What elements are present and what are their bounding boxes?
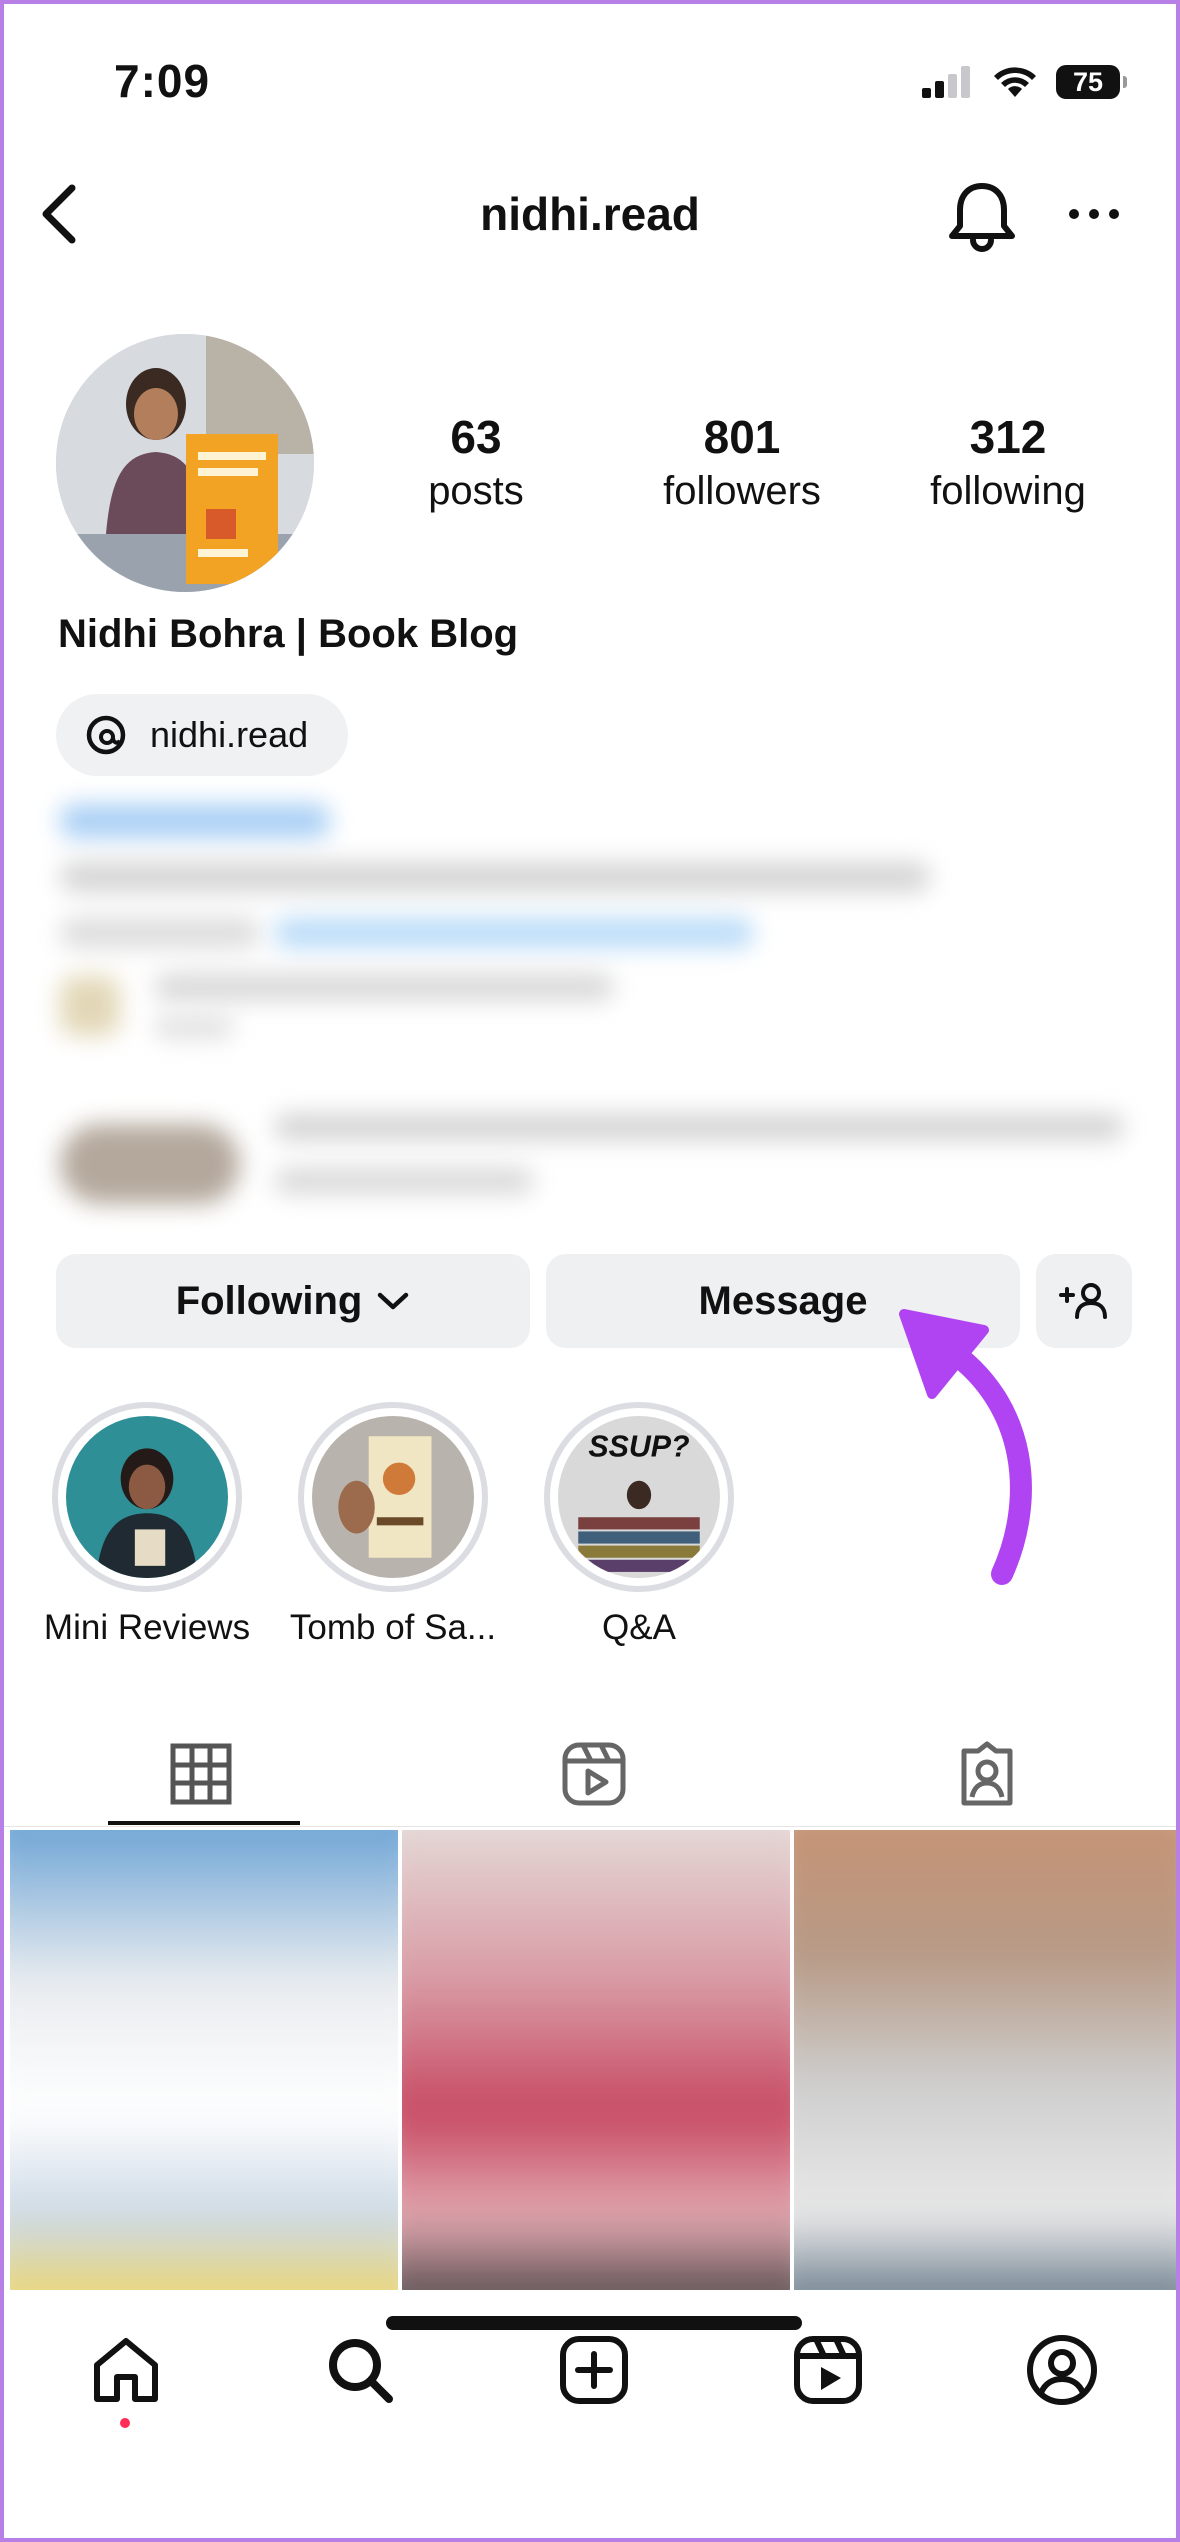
- post-thumbnail[interactable]: [794, 1830, 1176, 2290]
- notification-dot: [120, 2418, 130, 2428]
- sticker-text: SSUP?: [588, 1431, 689, 1464]
- reels-icon: [794, 2336, 862, 2404]
- highlight-mini-reviews[interactable]: Mini Reviews: [32, 1402, 262, 1648]
- chevron-down-icon: [378, 1292, 409, 1310]
- highlight-tomb-of-sand[interactable]: Tomb of Sa...: [278, 1402, 508, 1648]
- post-thumbnail[interactable]: [10, 1830, 398, 2290]
- following-label: following: [930, 469, 1086, 513]
- post-thumbnail[interactable]: [402, 1830, 790, 2290]
- screen: 7:09 75 nidhi.read 63 posts 801 follower…: [0, 0, 1180, 2542]
- tagged-icon: [961, 1741, 1012, 1806]
- followers-count: 801: [703, 411, 781, 463]
- suggested-accounts-button[interactable]: [1036, 1254, 1132, 1348]
- following-button-label: Following: [175, 1278, 363, 1323]
- signal-icon: [922, 66, 970, 98]
- avatar-photo: [56, 334, 314, 592]
- posts-count: 63: [450, 411, 502, 463]
- followers-label: followers: [663, 469, 821, 513]
- tab-reels[interactable]: [397, 1724, 790, 1824]
- profile-tab[interactable]: [1012, 2320, 1112, 2420]
- highlight-cover: [66, 1416, 228, 1578]
- add-person-icon: [1059, 1283, 1107, 1319]
- create-tab[interactable]: [544, 2320, 644, 2420]
- highlight-label: Tomb of Sa...: [289, 1608, 497, 1647]
- profile-avatar[interactable]: [56, 334, 314, 592]
- wifi-icon: [994, 67, 1036, 97]
- search-icon: [329, 2339, 393, 2403]
- plus-square-icon: [560, 2336, 628, 2404]
- tab-posts-grid[interactable]: [4, 1724, 397, 1824]
- search-tab[interactable]: [310, 2320, 410, 2420]
- battery-icon: 75: [1056, 65, 1127, 99]
- active-tab-indicator: [108, 1821, 300, 1825]
- threads-handle: nidhi.read: [150, 714, 309, 755]
- tab-divider: [4, 1826, 1176, 1827]
- status-time: 7:09: [114, 55, 211, 107]
- highlight-cover: [312, 1416, 474, 1578]
- more-options-icon[interactable]: [1064, 194, 1124, 234]
- threads-badge[interactable]: nidhi.read: [56, 694, 348, 776]
- reels-icon: [562, 1742, 625, 1806]
- highlight-label: Q&A: [602, 1608, 676, 1647]
- stat-posts[interactable]: 63 posts: [356, 409, 596, 517]
- stat-followers[interactable]: 801 followers: [622, 409, 862, 517]
- stat-following[interactable]: 312 following: [888, 409, 1128, 517]
- message-button-label: Message: [698, 1278, 868, 1323]
- home-indicator: [386, 2316, 802, 2330]
- posts-grid: [10, 1830, 1176, 2290]
- home-tab[interactable]: [76, 2320, 176, 2420]
- annotation-arrow: [899, 1309, 1032, 1585]
- grid-icon: [170, 1743, 231, 1805]
- home-icon: [94, 2338, 158, 2402]
- profile-icon: [1027, 2335, 1097, 2405]
- threads-icon: [86, 715, 126, 755]
- status-icons: 75: [922, 62, 1127, 102]
- posts-label: posts: [428, 469, 524, 513]
- following-button[interactable]: Following: [56, 1254, 530, 1348]
- highlight-qa[interactable]: SSUP? Q&A: [524, 1402, 754, 1648]
- following-count: 312: [969, 411, 1047, 463]
- tab-tagged[interactable]: [790, 1724, 1176, 1824]
- profile-full-name: Nidhi Bohra | Book Blog: [58, 612, 519, 656]
- reels-tab[interactable]: [778, 2320, 878, 2420]
- bell-icon[interactable]: [944, 176, 1020, 256]
- highlight-cover: SSUP?: [558, 1416, 720, 1578]
- highlight-label: Mini Reviews: [43, 1608, 251, 1647]
